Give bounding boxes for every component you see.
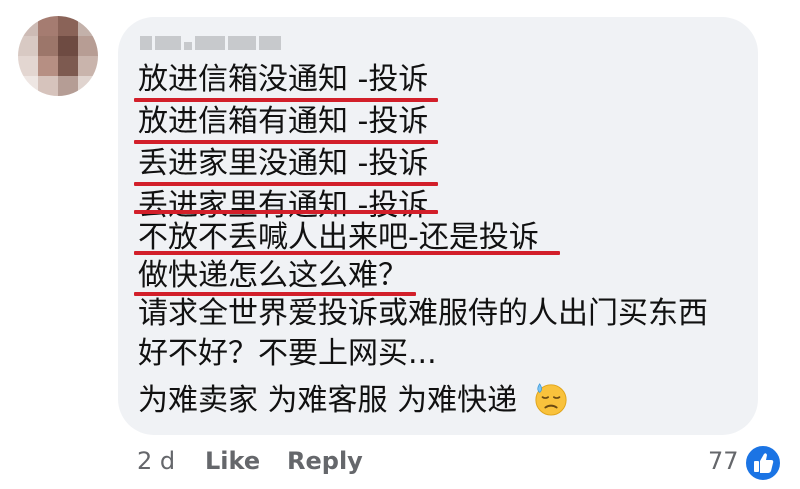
comment-line-4: 丢进家里有通知 -投诉 (138, 188, 429, 223)
comment-line-2: 放进信箱有通知 -投诉 (138, 104, 429, 139)
red-underline-4 (134, 210, 438, 214)
like-button[interactable]: Like (205, 446, 260, 476)
comment-line-3: 丢进家里没通知 -投诉 (138, 146, 429, 181)
comment-line-9: 为难卖家 为难客服 为难快递 (138, 383, 518, 418)
sad-sweat-face-icon (535, 383, 567, 416)
comment-line-1: 放进信箱没通知 -投诉 (138, 62, 429, 97)
red-underline-5 (134, 251, 560, 255)
comment-line-7: 请求全世界爱投诉或难服侍的人出门买东西 (138, 296, 708, 331)
like-reaction-icon[interactable] (744, 444, 782, 482)
commenter-name-redacted[interactable] (140, 36, 281, 50)
comment-line-6: 做快递怎么这么难？ (138, 258, 408, 293)
reaction-count[interactable]: 77 (708, 446, 739, 476)
comment-timestamp[interactable]: 2 d (137, 446, 175, 476)
red-underline-2 (134, 140, 438, 144)
reply-button[interactable]: Reply (287, 446, 363, 476)
red-underline-1 (134, 98, 438, 102)
red-underline-3 (134, 182, 438, 186)
avatar[interactable] (18, 16, 98, 96)
comment-line-8: 好不好？不要上网买... (138, 336, 437, 371)
